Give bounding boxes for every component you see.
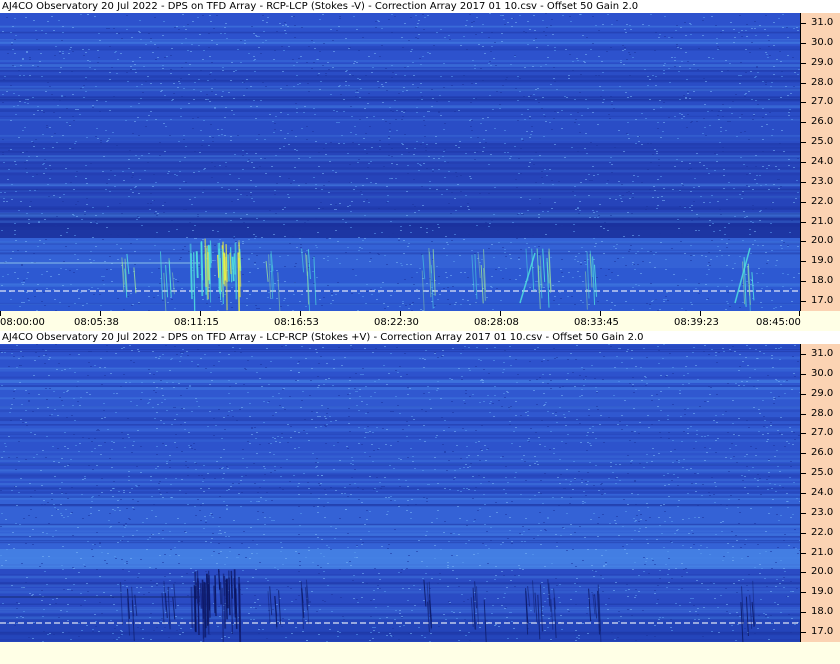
y-tick — [801, 632, 806, 633]
x-tick-label: 08:11:15 — [174, 317, 219, 328]
y-tick — [801, 572, 806, 573]
y-tick-label: 28.0 — [811, 408, 834, 419]
y-tick-label: 25.0 — [811, 467, 834, 478]
y-tick — [801, 241, 806, 242]
spectrogram-image — [0, 13, 800, 311]
x-tick-label: 08:05:38 — [74, 317, 119, 328]
y-tick-label: 19.0 — [811, 586, 834, 597]
y-tick-label: 22.0 — [811, 196, 834, 207]
y-tick-label: 23.0 — [811, 176, 834, 187]
panel-title: AJ4CO Observatory 20 Jul 2022 - DPS on T… — [0, 0, 840, 13]
y-tick-label: 25.0 — [811, 136, 834, 147]
x-tick-label: 08:39:23 — [674, 317, 719, 328]
y-tick — [801, 301, 806, 302]
y-tick-label: 30.0 — [811, 368, 834, 379]
y-tick — [801, 414, 806, 415]
y-tick-label: 29.0 — [811, 388, 834, 399]
spectrogram-plot[interactable] — [0, 344, 800, 642]
x-tick — [400, 311, 401, 316]
x-tick — [0, 311, 1, 316]
y-tick-label: 17.0 — [811, 295, 834, 306]
y-tick — [801, 473, 806, 474]
y-tick — [801, 43, 806, 44]
status-strip — [0, 643, 840, 664]
y-tick — [801, 354, 806, 355]
y-tick — [801, 83, 806, 84]
time-axis: 08:00:00 08:05:38 08:11:15 08:16:53 08:22:30… — [0, 311, 840, 331]
y-tick-label: 26.0 — [811, 116, 834, 127]
x-tick — [300, 311, 301, 316]
spectrogram-plot[interactable] — [0, 13, 800, 311]
y-tick — [801, 281, 806, 282]
x-tick-label: 08:22:30 — [374, 317, 419, 328]
y-tick — [801, 493, 806, 494]
x-tick — [100, 311, 101, 316]
y-tick-label: 29.0 — [811, 57, 834, 68]
y-tick-label: 26.0 — [811, 447, 834, 458]
y-tick — [801, 374, 806, 375]
x-tick — [600, 311, 601, 316]
y-tick — [801, 453, 806, 454]
y-tick-label: 31.0 — [811, 17, 834, 28]
spectrogram-image — [0, 344, 800, 642]
y-tick — [801, 433, 806, 434]
y-tick-label: 28.0 — [811, 77, 834, 88]
y-tick-label: 21.0 — [811, 547, 834, 558]
spectrogram-panel-stokes-minus-v: AJ4CO Observatory 20 Jul 2022 - DPS on T… — [0, 0, 840, 331]
y-tick — [801, 202, 806, 203]
y-tick — [801, 261, 806, 262]
y-tick — [801, 23, 806, 24]
x-tick-label: 08:00:00 — [0, 317, 45, 328]
y-tick-label: 31.0 — [811, 348, 834, 359]
y-tick-label: 24.0 — [811, 156, 834, 167]
y-tick — [801, 533, 806, 534]
y-tick-label: 22.0 — [811, 527, 834, 538]
y-tick — [801, 162, 806, 163]
x-tick-label: 08:45:00 — [756, 317, 801, 328]
y-tick — [801, 222, 806, 223]
y-tick-label: 30.0 — [811, 37, 834, 48]
y-tick-label: 18.0 — [811, 606, 834, 617]
y-tick-label: 17.0 — [811, 626, 834, 637]
x-tick — [200, 311, 201, 316]
frequency-axis: 31.0 30.0 29.0 28.0 27.0 26.0 25.0 24.0 23.0 22.0… — [800, 344, 840, 642]
y-tick-label: 27.0 — [811, 427, 834, 438]
y-tick — [801, 182, 806, 183]
y-tick — [801, 142, 806, 143]
x-tick-label: 08:33:45 — [574, 317, 619, 328]
y-tick-label: 23.0 — [811, 507, 834, 518]
panel-title: AJ4CO Observatory 20 Jul 2022 - DPS on T… — [0, 331, 840, 344]
x-tick-label: 08:16:53 — [274, 317, 319, 328]
y-tick — [801, 553, 806, 554]
x-tick — [799, 311, 800, 316]
y-tick — [801, 612, 806, 613]
y-tick — [801, 592, 806, 593]
y-tick — [801, 122, 806, 123]
frequency-axis: 31.0 30.0 29.0 28.0 27.0 26.0 25.0 24.0 23.0 22.0… — [800, 13, 840, 311]
spectrogram-panel-stokes-plus-v: AJ4CO Observatory 20 Jul 2022 - DPS on T… — [0, 331, 840, 643]
x-tick — [500, 311, 501, 316]
y-tick-label: 18.0 — [811, 275, 834, 286]
y-tick-label: 20.0 — [811, 566, 834, 577]
y-tick-label: 24.0 — [811, 487, 834, 498]
x-tick-label: 08:28:08 — [474, 317, 519, 328]
y-tick-label: 19.0 — [811, 255, 834, 266]
y-tick — [801, 63, 806, 64]
y-tick — [801, 394, 806, 395]
y-tick-label: 27.0 — [811, 96, 834, 107]
y-tick — [801, 513, 806, 514]
y-tick — [801, 102, 806, 103]
y-tick-label: 20.0 — [811, 235, 834, 246]
y-tick-label: 21.0 — [811, 216, 834, 227]
x-tick — [700, 311, 701, 316]
